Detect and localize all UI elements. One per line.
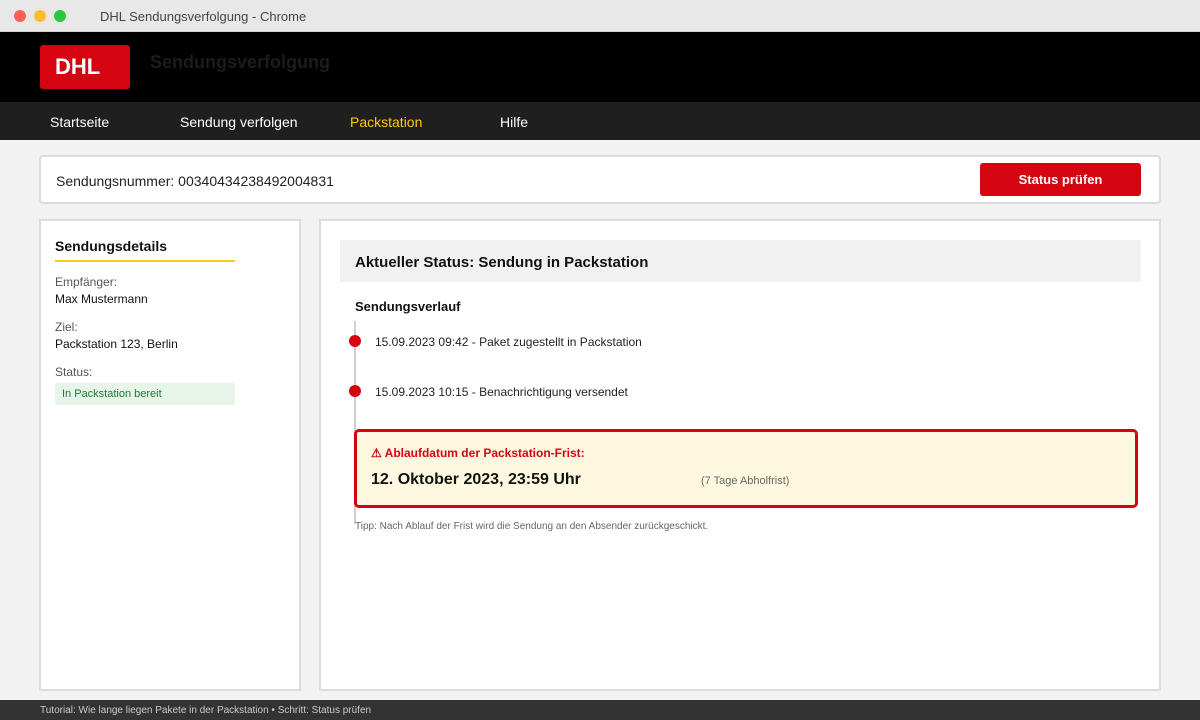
- timeline-dot: [349, 385, 361, 397]
- recipient-label: Empfänger:: [55, 275, 118, 289]
- footer-text: Tutorial: Wie lange liegen Pakete in der…: [40, 705, 372, 716]
- dhl-logo[interactable]: DHL: [40, 45, 130, 89]
- deadline-date: 12. Oktober 2023, 23:59 Uhr: [371, 471, 581, 488]
- tracking-search-bar: Sendungsnummer: 00340434238492004831 Sta…: [39, 155, 1161, 204]
- maximize-window-button[interactable]: [54, 10, 66, 22]
- tracking-number-field[interactable]: Sendungsnummer: 00340434238492004831: [56, 173, 334, 189]
- nav-item-sendung-verfolgen[interactable]: Sendung verfolgen: [180, 114, 298, 130]
- nav-item-hilfe[interactable]: Hilfe: [500, 114, 528, 130]
- nav-item-packstation[interactable]: Packstation: [350, 114, 422, 130]
- tutorial-footer: Tutorial: Wie lange liegen Pakete in der…: [0, 700, 1200, 720]
- history-title: Sendungsverlauf: [355, 299, 461, 314]
- main-nav: Startseite Sendung verfolgen Packstation…: [0, 102, 1200, 140]
- tracking-status-panel: Aktueller Status: Sendung in Packstation…: [319, 219, 1161, 691]
- nav-item-startseite[interactable]: Startseite: [50, 114, 109, 130]
- warning-heading: ⚠ Ablaufdatum der Packstation-Frist:: [371, 446, 585, 460]
- header-title: Sendungsverfolgung: [150, 52, 330, 72]
- timeline-event: 15.09.2023 10:15 - Benachrichtigung vers…: [375, 385, 628, 399]
- site-header: DHL Sendungsverfolgung: [0, 32, 1200, 102]
- deadline-warning-box: ⚠ Ablaufdatum der Packstation-Frist: 12.…: [354, 429, 1138, 508]
- timeline-dot: [349, 335, 361, 347]
- minimize-window-button[interactable]: [34, 10, 46, 22]
- recipient-value: Max Mustermann: [55, 292, 148, 306]
- timeline-event: 15.09.2023 09:42 - Paket zugestellt in P…: [375, 335, 642, 349]
- details-heading: Sendungsdetails: [55, 238, 235, 262]
- destination-value: Packstation 123, Berlin: [55, 337, 178, 351]
- close-window-button[interactable]: [14, 10, 26, 22]
- status-check-button[interactable]: Status prüfen: [980, 163, 1141, 196]
- window-title: DHL Sendungsverfolgung - Chrome: [100, 9, 307, 24]
- status-badge: In Packstation bereit: [55, 383, 235, 405]
- window-titlebar: DHL Sendungsverfolgung - Chrome: [0, 0, 1200, 32]
- current-status-title: Aktueller Status: Sendung in Packstation: [355, 254, 649, 271]
- deadline-note: (7 Tage Abholfrist): [701, 475, 790, 487]
- shipment-details-panel: Sendungsdetails Empfänger: Max Musterman…: [39, 219, 301, 691]
- status-label: Status:: [55, 365, 93, 379]
- tip-text: Tipp: Nach Ablauf der Frist wird die Sen…: [355, 521, 709, 532]
- current-status-header: Aktueller Status: Sendung in Packstation: [340, 240, 1141, 282]
- destination-label: Ziel:: [55, 320, 78, 334]
